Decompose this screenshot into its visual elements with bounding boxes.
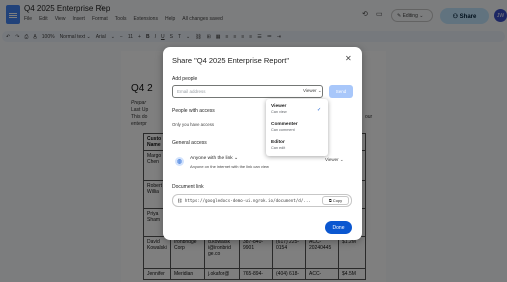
role-dropdown-menu: Viewer Can view ✓ Commenter Can comment …	[266, 99, 328, 156]
document-link-label: Document link	[172, 184, 204, 190]
general-role-select[interactable]: Viewer ⌄	[325, 157, 344, 163]
menu-item-desc: Can edit	[271, 146, 286, 150]
menu-item-commenter[interactable]: Commenter	[271, 122, 298, 127]
document-link-text: https://googledocs-demo-ui.ngrok.io/docu…	[184, 198, 311, 203]
menu-item-viewer[interactable]: Viewer	[271, 104, 286, 109]
role-select[interactable]: Viewer ⌄	[303, 88, 322, 94]
general-access-description: Anyone on the internet with the link can…	[190, 164, 269, 169]
menu-item-editor[interactable]: Editor	[271, 140, 285, 145]
done-button[interactable]: Done	[325, 221, 352, 234]
globe-icon: ◍	[175, 157, 184, 166]
people-access-label: People with access	[172, 108, 215, 114]
close-icon[interactable]: ✕	[345, 54, 352, 63]
access-status: Only you have access	[172, 122, 215, 127]
email-field[interactable]: Email address	[172, 85, 323, 98]
send-button[interactable]: Send	[329, 85, 353, 98]
check-icon: ✓	[317, 107, 322, 113]
general-access-select[interactable]: Anyone with the link ⌄	[190, 156, 238, 161]
menu-item-desc: Can comment	[271, 128, 295, 132]
share-dialog: Share "Q4 2025 Enterprise Report" ✕ Add …	[163, 47, 362, 240]
menu-item-desc: Can view	[271, 110, 287, 114]
link-icon: ⛓	[177, 198, 185, 203]
copy-link-button[interactable]: ⧉ Copy	[322, 196, 349, 205]
dialog-title: Share "Q4 2025 Enterprise Report"	[172, 56, 290, 65]
general-access-label: General access	[172, 140, 207, 146]
add-people-label: Add people	[172, 76, 198, 82]
